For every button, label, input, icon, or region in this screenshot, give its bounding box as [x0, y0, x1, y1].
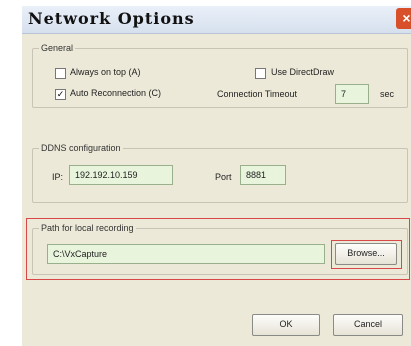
- connection-timeout-label: Connection Timeout: [217, 89, 298, 99]
- ip-label: IP:: [52, 172, 64, 182]
- always-on-top-label[interactable]: Always on top (A): [70, 67, 141, 77]
- title-bar[interactable]: Network Options ×: [22, 6, 411, 34]
- ip-input[interactable]: 192.192.10.159: [69, 165, 173, 185]
- cancel-button[interactable]: Cancel: [333, 314, 403, 336]
- browse-highlight-box: [331, 240, 402, 269]
- general-legend: General: [41, 43, 74, 53]
- timeout-unit-label: sec: [380, 89, 395, 99]
- use-directdraw-label[interactable]: Use DirectDraw: [271, 67, 334, 77]
- port-input[interactable]: 8881: [240, 165, 286, 185]
- connection-timeout-input[interactable]: 7: [335, 84, 369, 104]
- use-directdraw-checkbox[interactable]: [255, 68, 266, 79]
- dialog-title: Network Options: [28, 9, 195, 28]
- network-options-dialog: Network Options × General Always on top …: [22, 6, 411, 346]
- ok-button[interactable]: OK: [252, 314, 320, 336]
- auto-reconnection-label[interactable]: Auto Reconnection (C): [70, 88, 161, 98]
- always-on-top-checkbox[interactable]: [55, 68, 66, 79]
- recording-path-input[interactable]: C:\VxCapture: [47, 244, 325, 264]
- port-label: Port: [215, 172, 232, 182]
- close-button[interactable]: ×: [396, 8, 411, 29]
- close-icon: ×: [402, 10, 411, 26]
- checkmark-icon: ✓: [56, 89, 65, 99]
- ddns-legend: DDNS configuration: [41, 143, 121, 153]
- auto-reconnection-checkbox[interactable]: ✓: [55, 89, 66, 100]
- recording-legend: Path for local recording: [41, 223, 134, 233]
